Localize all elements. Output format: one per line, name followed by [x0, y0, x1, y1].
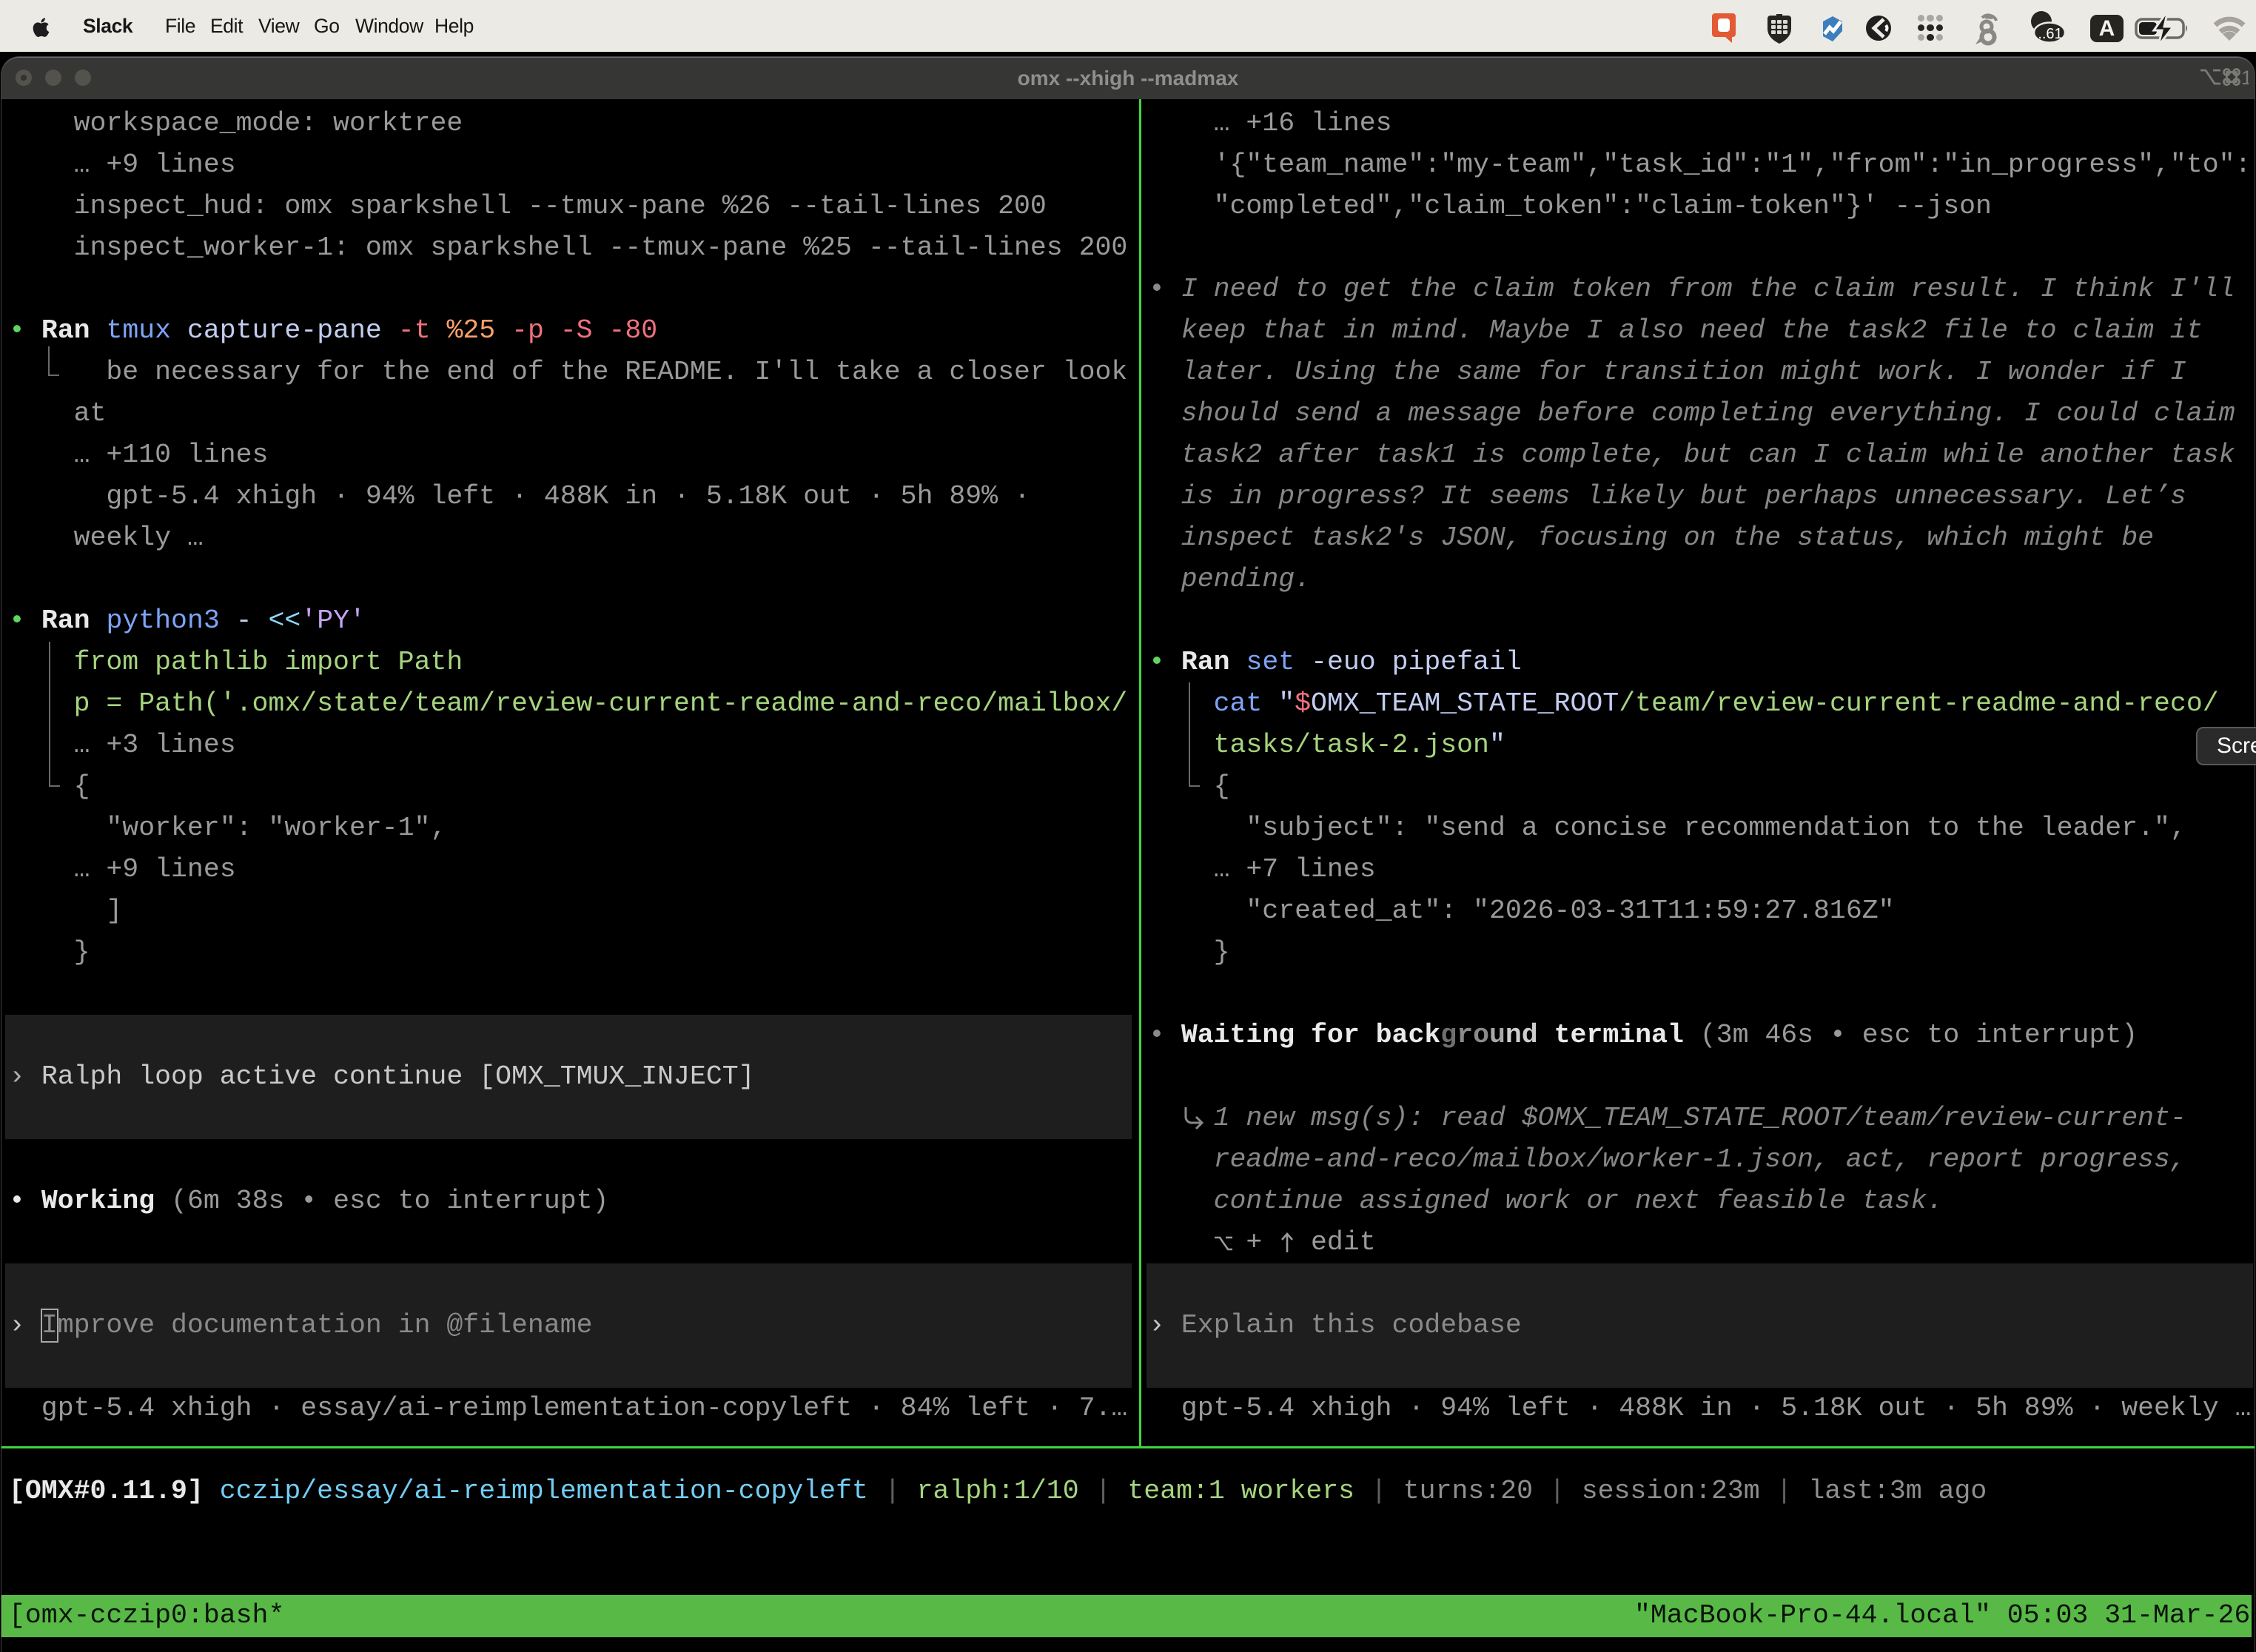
svg-text:1: 1	[2241, 67, 2249, 89]
svg-text:..61: ..61	[2038, 26, 2062, 42]
